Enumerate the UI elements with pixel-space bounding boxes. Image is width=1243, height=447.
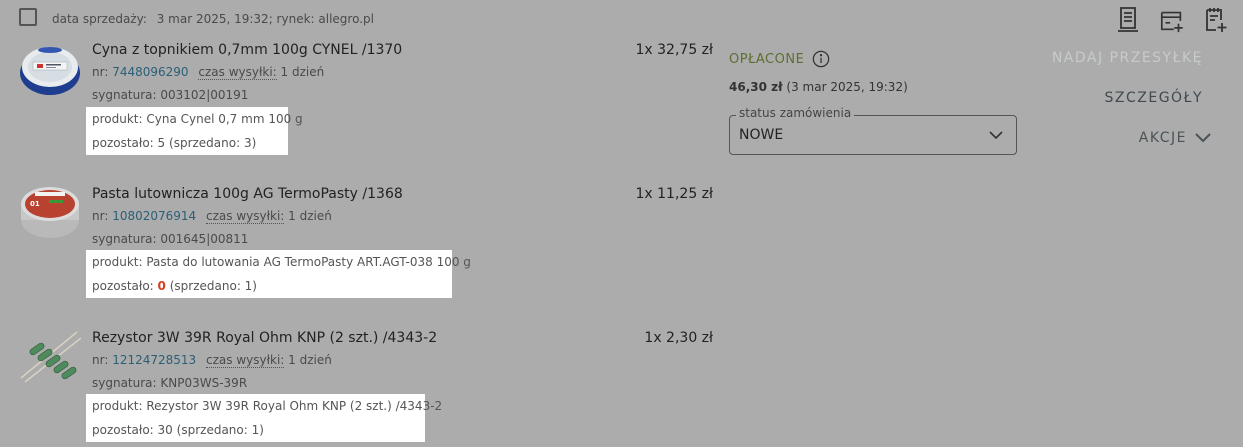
order-status-value[interactable]: NOWE <box>739 127 783 143</box>
order-status-label: status zamówienia <box>736 106 855 120</box>
payment-total: 46,30 zł <box>729 80 783 94</box>
item-title[interactable]: Cyna z topnikiem 0,7mm 100g CYNEL /1370 <box>92 42 402 58</box>
ship-time-label: czas wysyłki: <box>198 65 277 80</box>
receipt-icon[interactable] <box>1115 6 1141 34</box>
item-quantity-price: 1x 11,25 zł <box>635 186 714 202</box>
details-button[interactable]: SZCZEGÓŁY <box>1105 90 1203 106</box>
svg-text:01: 01 <box>30 200 40 208</box>
stock-count: 5 <box>157 136 166 150</box>
product-info-box: produkt: Pasta do lutowania AG TermoPast… <box>86 250 471 298</box>
item-number-link[interactable]: 7448096290 <box>112 65 188 79</box>
item-number-link[interactable]: 10802076914 <box>112 209 196 223</box>
chevron-down-icon <box>1195 133 1211 143</box>
add-invoice-icon[interactable] <box>1159 6 1185 34</box>
item-number-line: nr: 7448096290 czas wysyłki: 1 dzień <box>92 65 325 80</box>
item-signature: sygnatura: 001645|00811 <box>92 232 249 246</box>
item-title[interactable]: Rezystor 3W 39R Royal Ohm KNP (2 szt.) /… <box>92 330 437 346</box>
stock-remaining: pozostało: 5 (sprzedano: 3) <box>92 136 257 150</box>
sale-date-value: 3 mar 2025, 19:32; rynek: allegro.pl <box>156 12 374 26</box>
product-name: produkt: Pasta do lutowania AG TermoPast… <box>92 255 471 269</box>
item-number-line: nr: 12124728513 czas wysyłki: 1 dzień <box>92 353 332 368</box>
select-order-checkbox[interactable] <box>19 8 37 26</box>
payment-amount: 46,30 zł (3 mar 2025, 19:32) <box>729 80 908 94</box>
stock-remaining: pozostało: 30 (sprzedano: 1) <box>92 423 264 437</box>
top-action-icons <box>1115 6 1229 34</box>
stock-count: 30 <box>157 423 173 437</box>
add-note-icon[interactable] <box>1203 6 1229 34</box>
ship-time-value: 1 dzień <box>280 65 325 79</box>
item-number-line: nr: 10802076914 czas wysyłki: 1 dzień <box>92 209 332 224</box>
payment-status-label: OPŁACONE <box>729 51 805 67</box>
item-number-link[interactable]: 12124728513 <box>112 353 196 367</box>
product-info-box: produkt: Rezystor 3W 39R Royal Ohm KNP (… <box>86 394 443 442</box>
item-quantity-price: 1x 2,30 zł <box>644 330 713 346</box>
stock-remaining: pozostało: 0 (sprzedano: 1) <box>92 279 257 293</box>
sale-meta: data sprzedaży: 3 mar 2025, 19:32; rynek… <box>52 12 374 26</box>
item-signature: sygnatura: KNP03WS-39R <box>92 376 248 390</box>
actions-label: AKCJE <box>1138 130 1187 146</box>
product-name: produkt: Cyna Cynel 0,7 mm 100 g <box>92 112 303 126</box>
ship-time-label: czas wysyłki: <box>206 209 285 224</box>
item-title[interactable]: Pasta lutownicza 100g AG TermoPasty /136… <box>92 186 403 202</box>
product-image-paste[interactable]: 01 <box>19 184 81 242</box>
stock-count: 0 <box>157 279 166 293</box>
payment-date: (3 mar 2025, 19:32) <box>786 80 908 94</box>
ship-time-value: 1 dzień <box>288 353 332 367</box>
ship-package-button[interactable]: NADAJ PRZESYŁKĘ <box>1052 50 1203 66</box>
chevron-down-icon[interactable] <box>987 127 1005 141</box>
item-signature: sygnatura: 003102|00191 <box>92 88 249 102</box>
item-quantity-price: 1x 32,75 zł <box>635 42 714 58</box>
actions-menu-button[interactable]: AKCJE <box>1139 130 1213 146</box>
sale-date-label: data sprzedaży: <box>52 12 147 26</box>
product-image-resistor[interactable] <box>19 328 82 386</box>
product-info-box: produkt: Cyna Cynel 0,7 mm 100 g pozosta… <box>86 107 303 155</box>
payment-status: OPŁACONE <box>729 50 830 68</box>
ship-time-label: czas wysyłki: <box>206 353 285 368</box>
product-image-solder[interactable] <box>19 40 81 98</box>
info-icon[interactable] <box>812 50 830 68</box>
ship-time-value: 1 dzień <box>288 209 332 223</box>
product-name: produkt: Rezystor 3W 39R Royal Ohm KNP (… <box>92 399 443 413</box>
